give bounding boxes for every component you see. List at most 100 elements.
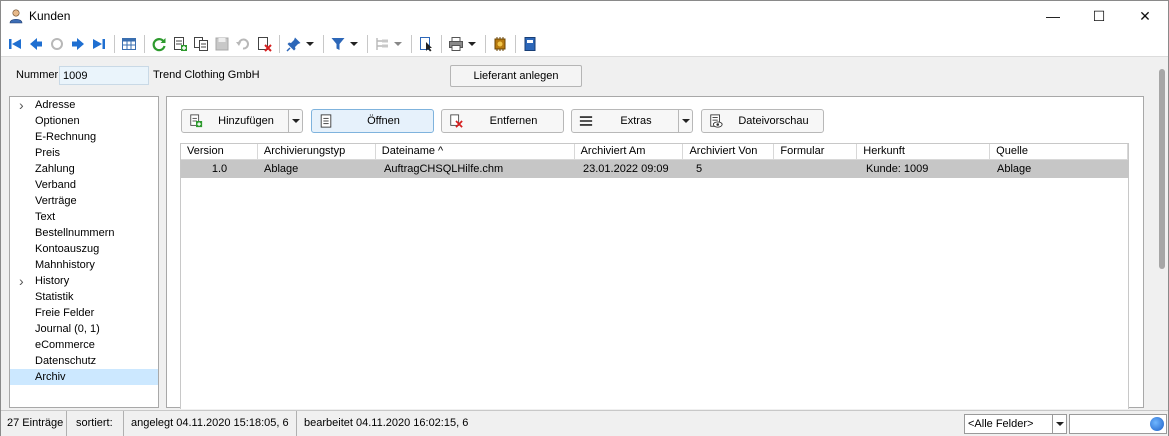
next-record-button[interactable] [68,34,88,54]
toolbar [1,31,1168,57]
add-dropdown[interactable] [288,110,302,132]
nav-item-label: Kontoauszug [35,243,100,255]
nav-item-label: Statistik [35,291,74,303]
field-select-dropdown[interactable] [1052,415,1066,433]
nav-item[interactable]: Archiv [10,369,158,385]
dropdown-arrow-icon [468,41,476,46]
globe-icon[interactable] [1150,417,1164,431]
undo-button[interactable] [233,34,253,54]
open-button[interactable]: Öffnen [311,109,434,133]
column-header[interactable]: Archiviert Am [575,144,684,160]
nav-item[interactable]: Optionen [10,113,158,129]
column-header[interactable]: Herkunft [857,144,991,160]
tree-disabled-icon [376,37,388,50]
refresh-button[interactable] [149,34,169,54]
toolbar-separator [367,34,368,53]
table-row[interactable]: 1.0 Ablage AuftragCHSQLHilfe.chm 23.01.2022… [181,160,1129,178]
nav-item-label: eCommerce [35,339,95,351]
toolbar-separator [279,34,280,53]
pin-dropdown[interactable] [305,34,315,54]
nav-item[interactable]: Zahlung [10,161,158,177]
open-button-label: Öffnen [367,115,400,127]
last-record-button[interactable] [89,34,109,54]
field-select[interactable]: <Alle Felder> [964,414,1067,434]
delete-record-button[interactable] [254,34,274,54]
add-button[interactable]: Hinzufügen [181,109,303,133]
previous-record-button[interactable] [26,34,46,54]
sort-status: sortiert: [70,411,124,436]
minimize-button[interactable]: — [1030,1,1076,31]
column-header[interactable]: Dateiname ^ [376,144,575,160]
filter-dropdown[interactable] [349,34,359,54]
nav-item[interactable]: Preis [10,145,158,161]
filter-button[interactable] [328,34,348,54]
refresh-disabled-button[interactable] [47,34,67,54]
tree-view-button[interactable] [372,34,392,54]
nav-item[interactable]: Journal (0, 1) [10,321,158,337]
document-select-button[interactable] [416,34,436,54]
expand-chevron-icon[interactable]: › [19,97,24,113]
pin-button[interactable] [284,34,304,54]
last-record-icon [93,38,105,49]
nav-item[interactable]: › Adresse [10,97,158,113]
created-info: angelegt 04.11.2020 15:18:05, 6 [125,411,297,436]
notebook-button[interactable] [520,34,540,54]
extras-dropdown[interactable] [678,110,692,132]
nav-item[interactable]: Verträge [10,193,158,209]
maximize-button[interactable]: ☐ [1076,1,1122,31]
nav-item[interactable]: Kontoauszug [10,241,158,257]
save-disabled-icon [215,37,229,50]
first-record-button[interactable] [5,34,25,54]
nav-item[interactable]: Mahnhistory [10,257,158,273]
new-record-button[interactable] [170,34,190,54]
dropdown-arrow-icon [291,119,300,123]
nav-item[interactable]: Freie Felder [10,305,158,321]
nav-item-label: Archiv [35,371,66,383]
arrow-right-icon [72,37,84,50]
remove-button[interactable]: Entfernen [441,109,564,133]
table-cell: 5 [696,163,703,175]
column-header[interactable]: Archivierungstyp [258,144,376,160]
create-supplier-button[interactable]: Lieferant anlegen [450,65,582,87]
remove-document-icon [450,114,463,128]
nav-item-label: Optionen [35,115,80,127]
remove-button-label: Entfernen [489,115,538,127]
nav-item-label: Journal (0, 1) [35,323,100,335]
first-record-icon [9,38,21,49]
delete-document-icon [258,36,272,52]
plugin-button[interactable] [490,34,510,54]
table-cell: 1.0 [211,163,228,175]
nav-item[interactable]: E-Rechnung [10,129,158,145]
nav-item[interactable]: Bestellnummern [10,225,158,241]
print-dropdown[interactable] [467,34,477,54]
nav-item-label: Datenschutz [35,355,97,367]
copy-record-button[interactable] [191,34,211,54]
save-button[interactable] [212,34,232,54]
table-view-button[interactable] [119,34,139,54]
edited-info: bearbeitet 04.11.2020 16:02:15, 6 [304,417,469,429]
column-header[interactable]: Archiviert Von [683,144,775,160]
customer-number-input[interactable] [59,66,149,85]
nav-item[interactable]: Statistik [10,289,158,305]
print-button[interactable] [446,34,466,54]
nav-item[interactable]: › History [10,273,158,289]
nav-item-label: Adresse [35,99,76,111]
expand-chevron-icon[interactable]: › [19,273,24,289]
toolbar-separator [144,34,145,53]
toolbar-separator [515,34,516,53]
column-header[interactable]: Formular [774,144,858,160]
tree-dropdown[interactable] [393,34,403,54]
vertical-scrollbar[interactable] [1156,59,1168,409]
nav-item[interactable]: Text [10,209,158,225]
nav-item[interactable]: Verband [10,177,158,193]
close-button[interactable]: ✕ [1122,1,1168,31]
file-preview-button[interactable]: Dateivorschau [701,109,824,133]
nav-item[interactable]: Datenschutz [10,353,158,369]
column-header[interactable]: Quelle [990,144,1129,160]
column-header[interactable]: Version [181,144,258,160]
extras-button[interactable]: Extras [571,109,693,133]
scrollbar-thumb[interactable] [1159,69,1165,269]
table-icon [122,37,136,50]
nav-item[interactable]: eCommerce [10,337,158,353]
search-input[interactable] [1069,414,1167,434]
